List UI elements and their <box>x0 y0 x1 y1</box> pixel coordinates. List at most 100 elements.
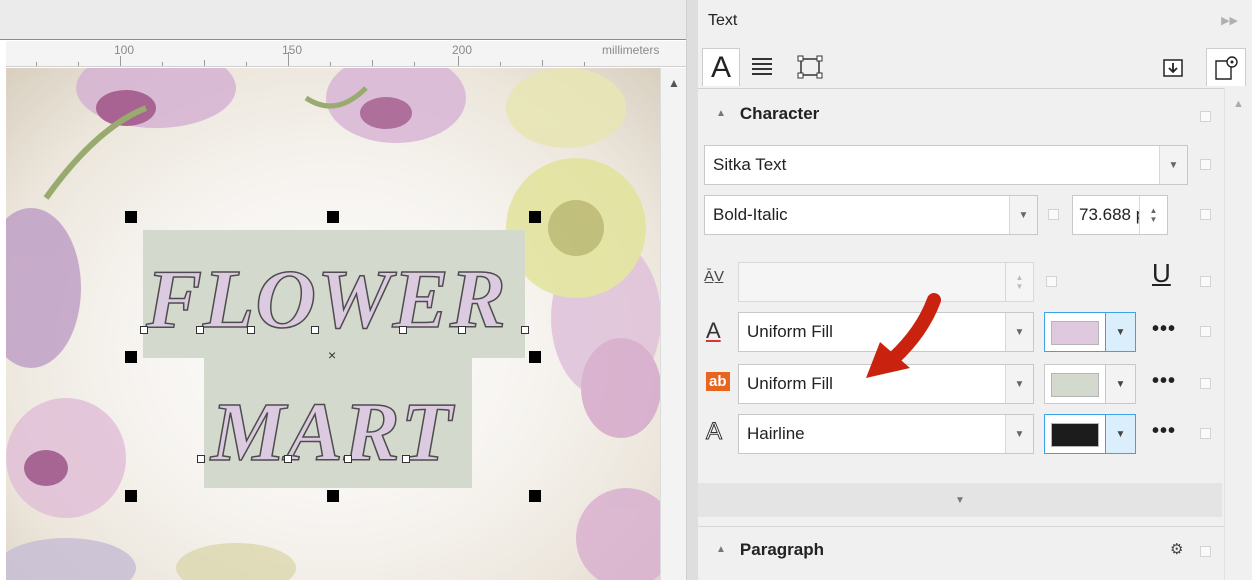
font-style-value: Bold-Italic <box>713 205 788 224</box>
ruler-tick <box>204 60 205 66</box>
ruler-tick <box>584 62 585 66</box>
ruler-tick <box>120 56 121 66</box>
collapse-triangle-icon: ▲ <box>716 108 726 119</box>
background-color-swatch <box>1051 373 1099 397</box>
character-node[interactable] <box>284 455 292 463</box>
chevron-down-icon: ▼ <box>1105 365 1135 403</box>
fill-more-button[interactable]: ••• <box>1152 318 1176 341</box>
ruler-tick <box>162 62 163 66</box>
font-style-lock-checkbox[interactable] <box>1048 209 1059 220</box>
selection-handle-bottom-right[interactable] <box>529 490 541 502</box>
ruler-tick <box>372 60 373 66</box>
selection-handle-top-left[interactable] <box>125 211 137 223</box>
page-settings-icon <box>1215 55 1238 80</box>
fill-color-swatch <box>1051 321 1099 345</box>
character-node[interactable] <box>521 326 529 334</box>
background-lock-checkbox[interactable] <box>1200 378 1211 389</box>
canvas-vertical-scrollbar[interactable]: ▲ <box>660 68 686 580</box>
lock-checkbox[interactable] <box>1200 111 1211 122</box>
font-style-select[interactable]: Bold-Italic ▼ <box>704 195 1038 235</box>
docker-options-button[interactable] <box>1206 48 1246 86</box>
chevron-down-icon: ▼ <box>1005 415 1033 453</box>
canvas-top-bar <box>0 0 686 40</box>
paragraph-section-header[interactable]: ▲ Paragraph <box>716 540 824 560</box>
text-outline-icon: A <box>705 418 723 446</box>
outline-width-select[interactable]: Hairline ▼ <box>738 414 1034 454</box>
ruler-tick <box>542 60 543 66</box>
character-node[interactable] <box>140 326 148 334</box>
panel-splitter[interactable] <box>686 0 698 580</box>
character-node[interactable] <box>197 455 205 463</box>
scroll-up-icon[interactable]: ▲ <box>668 76 680 90</box>
chevron-down-icon: ▼ <box>1105 313 1135 351</box>
chevron-down-icon: ▼ <box>1105 415 1135 453</box>
import-button[interactable] <box>1158 48 1188 86</box>
stepper-arrows-icon: ▲ ▼ <box>1005 263 1033 301</box>
font-size-value: 73.688 p <box>1079 205 1146 224</box>
outline-more-button[interactable]: ••• <box>1152 420 1176 443</box>
fill-lock-checkbox[interactable] <box>1200 326 1211 337</box>
background-color-picker[interactable]: ▼ <box>1044 364 1136 404</box>
character-node[interactable] <box>311 326 319 334</box>
import-icon <box>1163 59 1183 77</box>
red-arrow-annotation <box>866 293 941 378</box>
docker-vertical-scrollbar[interactable]: ▲ <box>1224 88 1252 580</box>
frame-tab-icon <box>797 55 823 79</box>
selection-handle-bottom-left[interactable] <box>125 490 137 502</box>
underline-lock-checkbox[interactable] <box>1200 276 1211 287</box>
background-more-button[interactable]: ••• <box>1152 370 1176 393</box>
character-node[interactable] <box>402 455 410 463</box>
gear-icon[interactable]: ⚙ <box>1170 540 1183 558</box>
tab-character[interactable]: A <box>702 48 740 86</box>
character-tab-icon: A <box>710 50 731 84</box>
collapse-triangle-icon: ▲ <box>716 544 726 555</box>
character-node[interactable] <box>247 326 255 334</box>
font-size-lock-checkbox[interactable] <box>1200 209 1211 220</box>
font-family-lock-checkbox[interactable] <box>1200 159 1211 170</box>
font-family-select[interactable]: Sitka Text ▼ <box>704 145 1188 185</box>
selection-handle-right[interactable] <box>529 351 541 363</box>
ruler-tick <box>78 62 79 66</box>
drawing-canvas[interactable]: 100 150 200 millimeters FLOWER MART × ▲ <box>0 0 686 580</box>
chevron-down-icon: ▼ <box>1159 146 1187 184</box>
outline-lock-checkbox[interactable] <box>1200 428 1211 439</box>
selection-handle-left[interactable] <box>125 351 137 363</box>
paragraph-tab-icon <box>752 58 772 75</box>
fill-color-picker[interactable]: ▼ <box>1044 312 1136 352</box>
ruler-number-150: 150 <box>282 43 303 57</box>
underline-icon[interactable]: U <box>1152 258 1171 289</box>
character-node[interactable] <box>196 326 204 334</box>
kerning-lock-checkbox[interactable] <box>1046 276 1057 287</box>
show-more-expander[interactable]: ▼ <box>698 483 1222 517</box>
paragraph-header-label: Paragraph <box>739 540 824 559</box>
flower-artwork[interactable]: FLOWER MART × <box>6 68 660 580</box>
selection-handle-top-right[interactable] <box>529 211 541 223</box>
center-mark-icon: × <box>328 347 337 363</box>
ruler-tick <box>500 62 501 66</box>
character-node[interactable] <box>344 455 352 463</box>
tab-frame[interactable] <box>792 48 828 86</box>
fill-type-value: Uniform Fill <box>747 322 833 341</box>
character-node[interactable] <box>399 326 407 334</box>
selection-handle-top[interactable] <box>327 211 339 223</box>
artwork-text-mart[interactable]: MART <box>210 384 453 481</box>
paragraph-lock-checkbox[interactable] <box>1200 546 1211 557</box>
kerning-icon: Ā̲V̲ <box>704 268 725 285</box>
collapse-docker-icon[interactable]: ▶▶ <box>1221 14 1238 27</box>
chevron-down-icon: ▼ <box>955 494 965 506</box>
ruler-unit-label: millimeters <box>602 43 660 57</box>
outline-color-swatch <box>1051 423 1099 447</box>
character-section-header[interactable]: ▲ Character <box>716 104 819 124</box>
horizontal-ruler[interactable]: 100 150 200 millimeters <box>6 41 686 67</box>
font-size-stepper[interactable]: 73.688 p ▲ ▼ <box>1072 195 1168 235</box>
font-family-value: Sitka Text <box>713 155 787 174</box>
tab-paragraph[interactable] <box>746 48 778 86</box>
ruler-tick <box>36 62 37 66</box>
character-node[interactable] <box>458 326 466 334</box>
scroll-up-icon[interactable]: ▲ <box>1233 98 1244 110</box>
outline-color-picker[interactable]: ▼ <box>1044 414 1136 454</box>
selection-handle-bottom[interactable] <box>327 490 339 502</box>
text-fill-icon: A <box>706 318 721 343</box>
background-fill-type-value: Uniform Fill <box>747 374 833 393</box>
stepper-arrows-icon[interactable]: ▲ ▼ <box>1139 196 1167 234</box>
